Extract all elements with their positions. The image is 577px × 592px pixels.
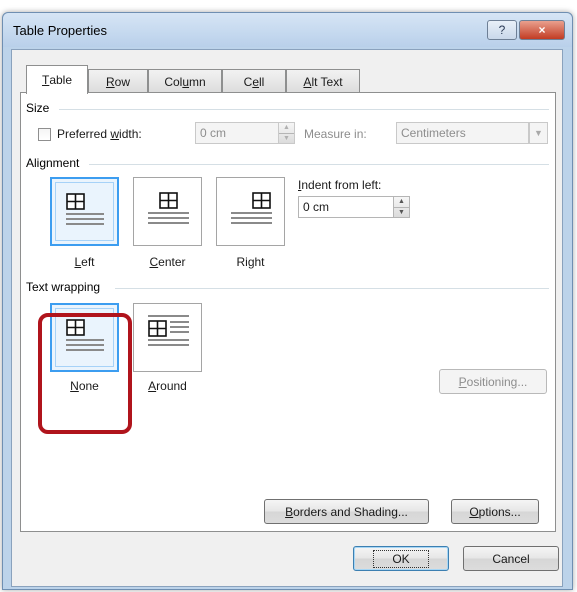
tab-column[interactable]: Col u mn: [148, 69, 222, 93]
wrap-none-button[interactable]: [50, 303, 119, 372]
ok-button[interactable]: OK: [353, 546, 449, 571]
wrap-around-label: Around: [148, 379, 187, 393]
spin-down-icon[interactable]: ▼: [394, 207, 409, 217]
close-icon: ×: [538, 23, 546, 37]
align-center-label: Center: [149, 255, 186, 269]
table-tab-page: Size Preferred width: 0 cm ▲ ▼ Measure i…: [20, 92, 556, 532]
align-right-icon: [231, 192, 272, 224]
close-button[interactable]: ×: [519, 20, 565, 40]
spin-up-icon[interactable]: ▲: [279, 123, 294, 133]
tab-table[interactable]: Table: [26, 65, 88, 94]
text-wrapping-group-divider: [115, 288, 549, 289]
borders-and-shading-button[interactable]: Borders and Shading...: [264, 499, 429, 524]
measure-in-label: Measure in:: [304, 127, 367, 141]
tab-cell-label-pre: C: [243, 74, 253, 89]
tab-column-label-pre: Col: [164, 74, 183, 89]
measure-in-dropdown[interactable]: Centimeters: [396, 122, 529, 144]
tab-cell-label-post: ll: [259, 74, 265, 89]
align-left-icon: [66, 193, 104, 225]
indent-from-left-input[interactable]: 0 cm: [298, 196, 394, 218]
size-group-label: Size: [26, 101, 50, 115]
text-wrapping-group-label: Text wrapping: [26, 280, 101, 294]
indent-spinner[interactable]: ▲ ▼: [393, 196, 410, 218]
alignment-group-label: Alignment: [26, 156, 80, 170]
align-right-button[interactable]: [216, 177, 285, 246]
title-bar[interactable]: Table Properties ? ×: [3, 13, 572, 47]
wrap-around-button[interactable]: [133, 303, 202, 372]
chevron-down-icon[interactable]: ▼: [529, 122, 548, 144]
tab-cell-label-key: e: [252, 74, 259, 89]
preferred-width-input[interactable]: 0 cm: [195, 122, 279, 144]
dialog-title: Table Properties: [13, 23, 107, 38]
help-icon: ?: [498, 23, 506, 37]
preferred-width-label-pre: Preferred: [57, 127, 111, 141]
align-left-label: Left: [74, 255, 95, 269]
tab-alt-text-label-key: A: [303, 74, 312, 89]
options-button[interactable]: Options...: [451, 499, 539, 524]
preferred-width-spinner[interactable]: ▲ ▼: [278, 122, 295, 144]
align-center-icon: [148, 192, 189, 224]
align-right-label: Right: [236, 255, 265, 269]
preferred-width-checkbox[interactable]: [38, 128, 51, 141]
size-group-divider: [59, 109, 549, 110]
tab-column-label-post: mn: [189, 74, 206, 89]
tab-row-label-key: R: [105, 74, 115, 89]
preferred-width-label[interactable]: Preferred width:: [57, 127, 142, 141]
align-center-button[interactable]: [133, 177, 202, 246]
wrap-none-label: None: [70, 379, 99, 393]
indent-from-left-label: Indent from left:: [298, 178, 382, 192]
wrap-none-icon: [66, 319, 104, 351]
cancel-button[interactable]: Cancel: [463, 546, 559, 571]
tab-alt-text[interactable]: Alt Text: [286, 69, 360, 93]
tab-row-label-post: ow: [114, 74, 130, 89]
alignment-group-divider: [89, 164, 549, 165]
tab-row[interactable]: Row: [88, 69, 148, 93]
dialog-client-area: Table Row Col u mn Ce ll Alt Text Size Pref…: [11, 49, 563, 587]
help-button[interactable]: ?: [487, 20, 517, 40]
preferred-width-label-key: w: [110, 127, 120, 141]
tab-cell[interactable]: Ce ll: [222, 69, 286, 93]
align-left-button[interactable]: [50, 177, 119, 246]
tab-table-label-key: T: [41, 73, 50, 87]
positioning-button[interactable]: Positioning...: [439, 369, 547, 394]
tab-table-label-post: able: [49, 73, 73, 87]
tab-column-label-key: u: [182, 74, 190, 89]
spin-up-icon[interactable]: ▲: [394, 197, 409, 207]
tab-alt-text-label-post: lt Text: [311, 74, 343, 89]
wrap-around-icon: [148, 315, 189, 346]
table-properties-dialog: Table Properties ? × Table Row Col u mn Ce…: [2, 12, 573, 590]
spin-down-icon[interactable]: ▼: [279, 133, 294, 143]
preferred-width-label-post: idth:: [119, 127, 142, 141]
